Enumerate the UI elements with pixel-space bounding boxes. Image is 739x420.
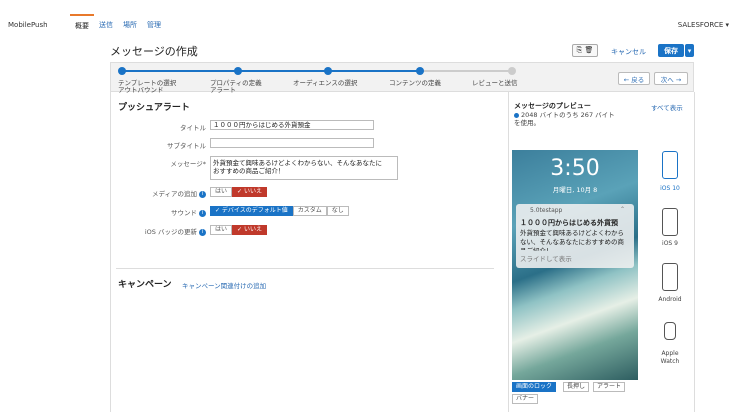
sound-label-text: サウンド [171, 209, 197, 217]
slide-hint: スライドして表示 [520, 255, 572, 263]
wizard-remaining-line [420, 70, 512, 72]
preview-tab-lock[interactable]: 画面のロック [512, 382, 557, 392]
main-nav: 概要 送信 場所 管理 [70, 14, 166, 34]
notif-body: 外貨預金て興味あるけどよくわから ない、そんなあなたにおすすめの商 品ご紹介！ [520, 229, 624, 251]
back-button[interactable]: ← 戻る [618, 72, 650, 85]
wizard-step-dot[interactable] [324, 67, 332, 75]
title-label: タイトル [180, 124, 206, 132]
wizard-step-label: コンテンツの定義 [389, 79, 441, 87]
byte-count-text: 2048 バイトのうち 267 バイト を使用。 [514, 111, 615, 127]
ios10-device-icon[interactable] [662, 151, 678, 179]
copy-delete-button[interactable]: ⎘ 🗑 [572, 44, 598, 57]
sound-none-option[interactable]: なし [326, 206, 349, 216]
info-icon [514, 112, 519, 118]
wizard-step-label: オーディエンスの選択 [293, 79, 358, 87]
preview-tab-alert[interactable]: アラート [593, 382, 626, 392]
wizard-step-dot[interactable] [508, 67, 516, 75]
right-border [694, 92, 695, 412]
save-dropdown-button[interactable]: ▾ [685, 44, 694, 57]
account-menu[interactable]: SALESFORCE ▾ [678, 21, 729, 29]
wizard-step-label: レビューと送信 [472, 79, 518, 87]
media-label-text: メディアの追加 [151, 190, 197, 198]
nav-tab-admin[interactable]: 管理 [142, 14, 166, 34]
ios9-label[interactable]: iOS 9 [650, 240, 690, 247]
ios10-label[interactable]: iOS 10 [650, 185, 690, 192]
preview-title: メッセージのプレビュー [514, 102, 591, 110]
info-icon[interactable]: i [199, 228, 206, 236]
title-input[interactable]: １０００円からはじめる外貨預金 [210, 120, 374, 130]
media-no-option[interactable]: ✓ いいえ [232, 187, 267, 197]
wizard-step-dot[interactable] [118, 67, 126, 75]
message-label: メッセージ* [170, 160, 206, 168]
show-all-link[interactable]: すべて表示 [651, 102, 683, 112]
nav-tab-send[interactable]: 送信 [94, 14, 118, 34]
nav-tab-location[interactable]: 場所 [118, 14, 142, 34]
badge-no-option[interactable]: ✓ いいえ [232, 225, 267, 235]
media-label: メディアの追加 i [116, 188, 206, 198]
apple-watch-label[interactable]: Apple Watch [650, 350, 690, 366]
subtitle-label: サブタイトル [167, 142, 206, 150]
message-textarea[interactable]: 外貨預金て興味あるけどよくわからない、そんなあなたに おすすめの商品ご紹介！ [210, 156, 398, 180]
wizard-step-label: テンプレートの選択 アウトバウンド [118, 79, 177, 94]
wizard-band [110, 62, 694, 92]
campaign-title: キャンペーン [118, 280, 172, 290]
preview-tab-banner[interactable]: バナー [512, 394, 539, 404]
wizard-step-dot[interactable] [416, 67, 424, 75]
apple-watch-icon[interactable] [664, 322, 676, 340]
wizard-progress-line [122, 70, 420, 72]
badge-toggle: はい ✓ いいえ [210, 225, 267, 235]
save-button[interactable]: 保存 [658, 44, 684, 57]
page-title: メッセージの作成 [110, 45, 198, 58]
lock-time: 3:50 [550, 156, 600, 181]
next-button[interactable]: 次へ → [654, 72, 688, 85]
info-icon[interactable]: i [199, 190, 206, 198]
badge-label-text: iOS バッジの更新 [144, 228, 197, 236]
cancel-button[interactable]: キャンセル [611, 47, 646, 57]
byte-count: 2048 バイトのうち 267 バイト を使用。 [514, 111, 615, 127]
notif-chevron-icon: ⌃ [620, 206, 626, 213]
media-toggle: はい ✓ いいえ [210, 187, 267, 197]
sound-custom-option[interactable]: カスタム [292, 206, 327, 216]
sound-label: サウンド i [116, 207, 206, 217]
app-brand: MobilePush [8, 21, 48, 29]
media-yes-option[interactable]: はい [210, 187, 233, 197]
android-device-icon[interactable] [662, 263, 678, 291]
wizard-step-dot[interactable] [234, 67, 242, 75]
notif-app-name: 5.0testapp [530, 207, 563, 214]
add-campaign-link[interactable]: キャンペーン関連付けの追加 [182, 280, 266, 290]
badge-yes-option[interactable]: はい [210, 225, 233, 235]
push-alert-title: プッシュアラート [118, 103, 190, 113]
notif-title: １０００円からはじめる外貨預 [520, 219, 618, 227]
nav-tab-overview[interactable]: 概要 [70, 14, 94, 34]
left-border [110, 92, 111, 412]
wizard-step-label: プロパティの定義 アラート [210, 79, 262, 94]
ios9-device-icon[interactable] [662, 208, 678, 236]
subtitle-input[interactable] [210, 138, 374, 148]
info-icon[interactable]: i [199, 209, 206, 217]
android-label[interactable]: Android [650, 296, 690, 303]
sound-default-option[interactable]: ✓ デバイスのデフォルト値 [210, 206, 293, 216]
lock-date: 月曜日, 10月 8 [552, 186, 598, 194]
sound-toggle: ✓ デバイスのデフォルト値 カスタム なし [210, 206, 349, 216]
preview-tab-longpress[interactable]: 長押し [563, 382, 590, 392]
badge-label: iOS バッジの更新 i [116, 226, 206, 236]
section-divider [116, 268, 494, 269]
